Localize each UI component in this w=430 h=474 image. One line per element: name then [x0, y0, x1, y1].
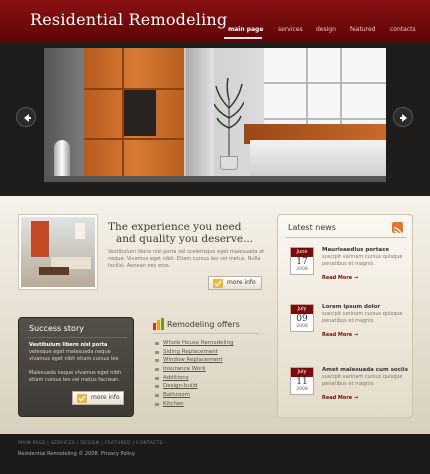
latest-news-box: Latest news June 17 2008 Maurisaedlus po… [277, 214, 413, 418]
date-year: 2008 [296, 387, 308, 392]
success-text1: velesque eget malesuada neque vivamus eg… [29, 349, 119, 362]
news-title: Latest news [288, 223, 336, 232]
read-more-link[interactable]: Read More → [322, 332, 358, 338]
news-text: suscipit varinam cursus quisque penatibu… [322, 254, 403, 267]
offer-item[interactable]: Insurance Work [153, 366, 234, 375]
date-badge: July 11 2008 [290, 367, 314, 395]
success-text2: Malesuada neque vivamus eget nibh etiam … [29, 370, 122, 383]
hero-image [44, 48, 386, 182]
success-more-info-label: more info [91, 394, 120, 401]
arrow-right-icon [400, 114, 407, 122]
slider-prev-button[interactable] [16, 107, 36, 127]
news-text: suscipit varinam cursus quisque penatibu… [322, 374, 403, 387]
date-day: 09 [296, 314, 308, 324]
success-strong: Vestibulum libero nisl porta [29, 342, 108, 348]
nav-active-indicator [224, 37, 262, 39]
news-item: July 09 2008 Lorem ipsum dolor suscipit … [290, 304, 410, 344]
offer-item[interactable]: Design-build [153, 383, 234, 392]
intro-heading-line2: and quality you deserve... [116, 233, 254, 245]
offer-item[interactable]: Additions [153, 375, 234, 384]
arrow-left-icon [24, 114, 31, 122]
intro-more-info-button[interactable]: more info [208, 276, 262, 290]
nav-main-page[interactable]: main page [228, 26, 263, 33]
check-icon [213, 279, 223, 288]
date-month: June [291, 248, 313, 257]
offers-title: Remodeling offers [167, 320, 240, 329]
offer-item[interactable]: Whole House Remodeling [153, 340, 234, 349]
nav-design[interactable]: design [316, 26, 336, 33]
rss-icon[interactable] [392, 222, 403, 236]
check-icon [77, 394, 87, 403]
offer-item[interactable]: Window Replacement [153, 357, 234, 366]
read-more-link[interactable]: Read More → [322, 395, 358, 401]
date-day: 11 [296, 377, 308, 387]
nav-services[interactable]: services [278, 26, 303, 33]
success-more-info-button[interactable]: more info [72, 391, 124, 405]
footer-copyright: Residential Remodeling © 2008. Privacy P… [18, 451, 135, 457]
date-badge: June 17 2008 [290, 247, 314, 275]
news-text: suscipit varinam cursus quisque penatibu… [322, 311, 403, 324]
date-year: 2008 [296, 267, 308, 272]
date-badge: July 09 2008 [290, 304, 314, 332]
offers-list: Whole House Remodeling Siding Replacemen… [153, 340, 234, 410]
offer-item[interactable]: Bathroom [153, 392, 234, 401]
news-headline[interactable]: Maurisaedlus portace [322, 247, 389, 253]
bar-chart-icon [153, 318, 164, 330]
intro-more-info-label: more info [227, 279, 256, 286]
intro-text: Vestibulum libero nisl porta vel sceleri… [108, 249, 265, 269]
intro-heading: The experience you need and quality you … [108, 221, 253, 245]
date-year: 2008 [296, 324, 308, 329]
news-headline[interactable]: Lorem ipsum dolor [322, 304, 380, 310]
offer-item[interactable]: Siding Replacement [153, 349, 234, 358]
date-month: July [291, 368, 313, 377]
date-month: July [291, 305, 313, 314]
intro-image [18, 214, 98, 290]
news-item: June 17 2008 Maurisaedlus portace suscip… [290, 247, 410, 287]
offer-item[interactable]: Kitchen [153, 401, 234, 410]
success-title: Success story [29, 324, 84, 333]
plant-graphic [214, 78, 244, 158]
slider-next-button[interactable] [393, 107, 413, 127]
nav-contacts[interactable]: contacts [390, 26, 416, 33]
site-footer: MAIN PAGE | SERVICES | DESIGN | FEATURED… [0, 434, 430, 474]
footer-nav[interactable]: MAIN PAGE | SERVICES | DESIGN | FEATURED… [18, 441, 163, 446]
nav-featured[interactable]: featured [350, 26, 375, 33]
news-item: July 11 2008 Amet malesuada cum sociis s… [290, 367, 410, 407]
read-more-link[interactable]: Read More → [322, 275, 358, 281]
main-nav: main page services design featured conta… [0, 26, 430, 42]
news-headline[interactable]: Amet malesuada cum sociis [322, 367, 408, 373]
date-day: 17 [296, 257, 308, 267]
intro-heading-line1: The experience you need [108, 221, 242, 233]
